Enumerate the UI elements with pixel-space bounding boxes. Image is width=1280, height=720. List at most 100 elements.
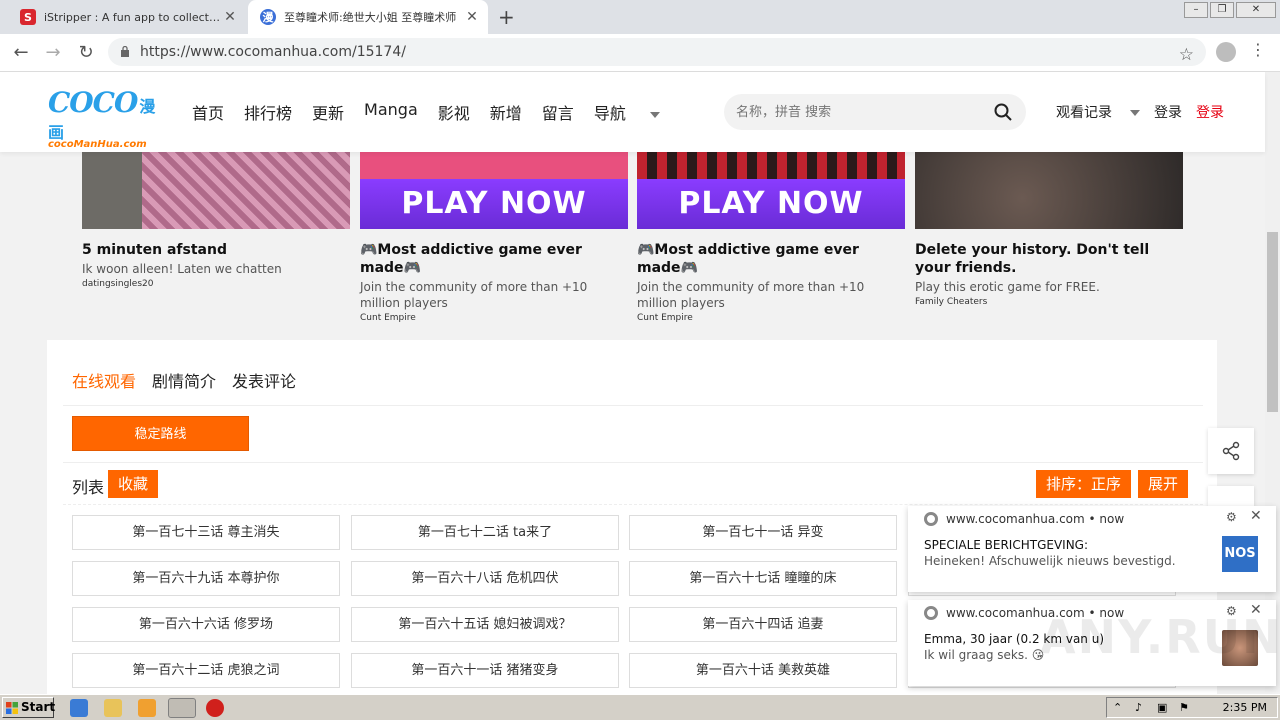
ad-image: PLAY NOW [637,152,905,229]
volume-icon[interactable]: ♪ [1135,701,1142,714]
folder-icon[interactable] [104,699,122,717]
tab-synopsis[interactable]: 剧情简介 [152,368,216,392]
bookmark-star-icon[interactable]: ☆ [1179,41,1194,69]
nav-new[interactable]: 新增 [490,100,522,124]
chrome-icon [924,606,938,620]
sort-button[interactable]: 排序：正序 [1036,470,1132,498]
ad-source: Cunt Empire [637,313,693,323]
divider [63,405,1203,406]
ad-description: Play this erotic game for FREE. [915,280,1100,294]
nav-ranking[interactable]: 排行榜 [244,100,292,124]
tab-watch-online[interactable]: 在线观看 [72,368,136,392]
close-tab-icon[interactable]: ✕ [462,9,482,25]
notification-settings-icon[interactable]: ⚙ [1226,510,1237,524]
tray-expand-icon[interactable]: ⌃ [1113,701,1122,714]
nav-messages[interactable]: 留言 [542,100,574,124]
main-nav: 首页 排行榜 更新 Manga 影视 新增 留言 导航 [192,100,680,124]
browser-toolbar: ← → ↻ https://www.cocomanhua.com/15174/ … [0,34,1280,72]
address-bar[interactable]: https://www.cocomanhua.com/15174/ ☆ [108,38,1206,66]
browser-tab-cocomanhua[interactable]: 漫 至尊瞳术师:绝世大小姐 至尊瞳术师 ✕ [248,0,488,34]
nav-navigation[interactable]: 导航 [594,100,660,124]
ad-source: Family Cheaters [915,297,988,307]
notification-heading: SPECIALE BERICHTGEVING: [924,538,1089,552]
notification-card[interactable]: www.cocomanhua.com • now SPECIALE BERICH… [908,506,1276,592]
clock[interactable]: 2:35 PM [1223,701,1267,714]
episode-item[interactable]: 第一百六十话 美救英雄 [629,653,897,688]
nav-home[interactable]: 首页 [192,100,224,124]
media-player-icon[interactable] [138,699,156,717]
chrome-icon [924,512,938,526]
episode-item[interactable]: 第一百七十二话 ta来了 [351,515,619,550]
notification-body: Heineken! Afschuwelijk nieuws bevestigd. [924,554,1176,568]
share-icon [1222,441,1240,461]
episode-item[interactable]: 第一百六十四话 追妻 [629,607,897,642]
back-arrow-icon[interactable]: ← [10,42,32,63]
lock-icon [121,46,129,57]
ad-card[interactable]: PLAY NOW 🎮Most addictive game ever made🎮… [360,152,628,323]
notification-host-text: www.cocomanhua.com • now [946,512,1125,526]
episode-item[interactable]: 第一百六十八话 危机四伏 [351,561,619,596]
divider [63,504,1203,505]
nav-manga[interactable]: Manga [364,100,418,124]
browser-menu-icon[interactable]: ⋮ [1250,40,1266,59]
close-window-icon[interactable]: ✕ [1236,2,1276,18]
notification-close-icon[interactable]: ✕ [1250,508,1262,524]
episode-item[interactable]: 第一百六十一话 猪猪变身 [351,653,619,688]
ad-card[interactable]: Delete your history. Don't tell your fri… [915,152,1183,307]
new-tab-icon[interactable]: + [498,5,515,29]
logo-text: COCO [48,86,138,119]
login-link[interactable]: 登录 [1154,102,1182,122]
register-link[interactable]: 登录 [1196,102,1224,122]
ad-image [915,152,1183,229]
play-now-banner: PLAY NOW [360,179,628,229]
tab-comment[interactable]: 发表评论 [232,368,296,392]
episode-item[interactable]: 第一百六十六话 修罗场 [72,607,340,642]
close-tab-icon[interactable]: ✕ [220,9,240,25]
start-button[interactable]: Start [2,697,56,718]
internet-explorer-icon[interactable] [70,699,88,717]
ad-description: Ik woon alleen! Laten we chatten [82,262,282,276]
site-logo[interactable]: COCO 漫画 cocoManHua.com [48,86,168,150]
share-button[interactable] [1208,428,1254,474]
back-to-top-button[interactable] [1208,486,1254,506]
ad-card[interactable]: 5 minuten afstand Ik woon alleen! Laten … [82,152,350,289]
reload-icon[interactable]: ↻ [75,42,97,63]
episode-item[interactable]: 第一百六十五话 媳妇被调戏？ [351,607,619,642]
nos-logo-icon: NOS [1222,536,1258,572]
episode-item[interactable]: 第一百七十三话 尊主消失 [72,515,340,550]
ad-title: 5 minuten afstand [82,242,227,258]
episode-item[interactable]: 第一百六十二话 虎狼之词 [72,653,340,688]
site-header: COCO 漫画 cocoManHua.com 首页 排行榜 更新 Manga 影视… [0,72,1265,152]
flag-icon[interactable]: ⚑ [1179,701,1189,714]
nav-video[interactable]: 影视 [438,100,470,124]
page-scrollbar[interactable] [1265,72,1280,692]
ad-source: datingsingles20 [82,279,154,289]
minimize-window-icon[interactable]: – [1184,2,1208,18]
expand-button[interactable]: 展开 [1138,470,1189,498]
ad-card[interactable]: PLAY NOW 🎮Most addictive game ever made🎮… [637,152,905,323]
nav-updates[interactable]: 更新 [312,100,344,124]
search-input[interactable] [724,94,974,130]
search-icon[interactable] [994,103,1012,121]
stable-route-button[interactable]: 稳定路线 [72,416,249,451]
profile-avatar-icon[interactable] [1216,42,1236,62]
scrollbar-thumb[interactable] [1267,232,1278,412]
episode-item[interactable]: 第一百七十一话 异变 [629,515,897,550]
network-icon[interactable]: ▣ [1157,701,1167,714]
start-label: Start [21,700,56,714]
chrome-taskbar-icon[interactable] [168,698,196,718]
stop-app-icon[interactable] [206,699,224,717]
url-text: https://www.cocomanhua.com/15174/ [140,44,406,60]
forward-arrow-icon[interactable]: → [42,42,64,63]
tab-title: iStripper : A fun app to collect and w [44,10,220,24]
browser-tab-istripper[interactable]: S iStripper : A fun app to collect and w… [8,0,246,34]
history-menu[interactable]: 观看记录 [1056,102,1140,122]
watermark: ANY.RUN [1040,610,1280,664]
ad-title: 🎮Most addictive game ever made🎮 [360,242,582,276]
episode-item[interactable]: 第一百六十七话 瞳瞳的床 [629,561,897,596]
favorite-button[interactable]: 收藏 [108,470,159,498]
restore-window-icon[interactable]: ❐ [1210,2,1234,18]
episode-item[interactable]: 第一百六十九话 本尊护你 [72,561,340,596]
divider [63,462,1203,463]
ad-image: PLAY NOW [360,152,628,229]
